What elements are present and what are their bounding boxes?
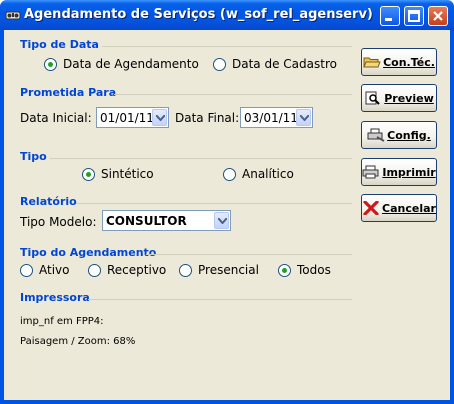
- contec-label: Con.Téc.: [383, 55, 435, 69]
- radio-button[interactable]: [44, 57, 57, 71]
- radio-button[interactable]: [179, 263, 192, 277]
- data-final-value: 03/01/11: [244, 111, 298, 125]
- radio-button[interactable]: [20, 263, 33, 277]
- window-title: Agendamento de Serviços (w_sof_rel_agens…: [24, 7, 373, 22]
- data-final-combo[interactable]: 03/01/11: [240, 107, 313, 128]
- minimize-icon: [385, 18, 392, 21]
- tipo-agendamento-title: Tipo do Agendamento: [20, 246, 157, 259]
- minimize-button[interactable]: [380, 6, 400, 26]
- radio-button[interactable]: [278, 263, 291, 277]
- radio-button[interactable]: [223, 167, 236, 181]
- impressora-title: Impressora: [20, 291, 90, 304]
- maximize-button[interactable]: [404, 6, 424, 26]
- data-inicial-combo[interactable]: 01/01/11: [96, 107, 169, 128]
- radio-label: Analítico: [242, 167, 294, 181]
- imprimir-button[interactable]: Imprimir: [361, 158, 437, 186]
- printer-config-icon: [367, 128, 385, 142]
- radio-analitico[interactable]: Analítico: [223, 167, 294, 181]
- divider: [114, 94, 352, 95]
- radio-button[interactable]: [88, 263, 101, 277]
- radio-data-agendamento[interactable]: Data de Agendamento: [44, 57, 199, 71]
- magnifier-icon: [365, 91, 380, 105]
- app-window: Agendamento de Serviços (w_sof_rel_agens…: [0, 0, 454, 404]
- close-icon: [433, 11, 443, 21]
- title-bar[interactable]: Agendamento de Serviços (w_sof_rel_agens…: [0, 0, 454, 30]
- tipo-modelo-label: Tipo Modelo:: [20, 215, 97, 229]
- impressora-line1: imp_nf em FPP4:: [20, 316, 104, 327]
- dropdown-button[interactable]: [296, 109, 311, 126]
- data-final-label: Data Final:: [175, 111, 240, 125]
- preview-label: Preview: [384, 91, 434, 105]
- divider: [76, 203, 352, 204]
- radio-data-cadastro[interactable]: Data de Cadastro: [213, 57, 337, 71]
- folder-icon: [363, 57, 381, 68]
- close-button[interactable]: [428, 6, 448, 26]
- radio-button[interactable]: [82, 167, 95, 181]
- tipo-title: Tipo: [20, 150, 47, 163]
- radio-label: Todos: [297, 263, 331, 277]
- radio-ativo[interactable]: Ativo: [20, 263, 69, 277]
- dropdown-button[interactable]: [214, 212, 229, 229]
- chevron-down-icon: [218, 218, 227, 224]
- dropdown-button[interactable]: [152, 109, 167, 126]
- printer-icon: [362, 165, 379, 179]
- cancel-x-icon: [363, 201, 379, 215]
- tipo-modelo-combo[interactable]: CONSULTOR: [102, 210, 231, 231]
- cancelar-label: Cancelar: [382, 201, 436, 215]
- radio-label: Data de Agendamento: [63, 57, 199, 71]
- radio-label: Data de Cadastro: [232, 57, 337, 71]
- radio-button[interactable]: [213, 57, 226, 71]
- divider: [146, 254, 352, 255]
- divider: [102, 46, 352, 47]
- data-inicial-label: Data Inicial:: [20, 111, 92, 125]
- prometida-title: Prometida Para: [20, 86, 117, 99]
- relatorio-title: Relatório: [20, 195, 77, 208]
- imprimir-label: Imprimir: [382, 165, 436, 179]
- tipo-modelo-value: CONSULTOR: [106, 214, 187, 228]
- preview-button[interactable]: Preview: [361, 84, 437, 112]
- chevron-down-icon: [300, 115, 309, 121]
- radio-label: Presencial: [198, 263, 259, 277]
- divider: [50, 158, 352, 159]
- radio-sintetico[interactable]: Sintético: [82, 167, 154, 181]
- data-inicial-value: 01/01/11: [100, 111, 154, 125]
- impressora-line2: Paisagem / Zoom: 68%: [20, 336, 136, 347]
- maximize-icon: [408, 10, 420, 22]
- radio-receptivo[interactable]: Receptivo: [88, 263, 166, 277]
- app-icon: [5, 11, 21, 20]
- contec-button[interactable]: Con.Téc.: [361, 48, 437, 76]
- config-label: Config.: [387, 128, 431, 142]
- client-area: Tipo de Data Data de Agendamento Data de…: [4, 30, 450, 400]
- radio-label: Ativo: [39, 263, 70, 277]
- chevron-down-icon: [156, 115, 165, 121]
- config-button[interactable]: Config.: [361, 121, 437, 149]
- radio-todos[interactable]: Todos: [278, 263, 331, 277]
- tipo-data-title: Tipo de Data: [20, 38, 99, 51]
- radio-label: Sintético: [101, 167, 154, 181]
- radio-label: Receptivo: [107, 263, 167, 277]
- radio-presencial[interactable]: Presencial: [179, 263, 259, 277]
- divider: [88, 299, 352, 300]
- cancelar-button[interactable]: Cancelar: [361, 194, 437, 222]
